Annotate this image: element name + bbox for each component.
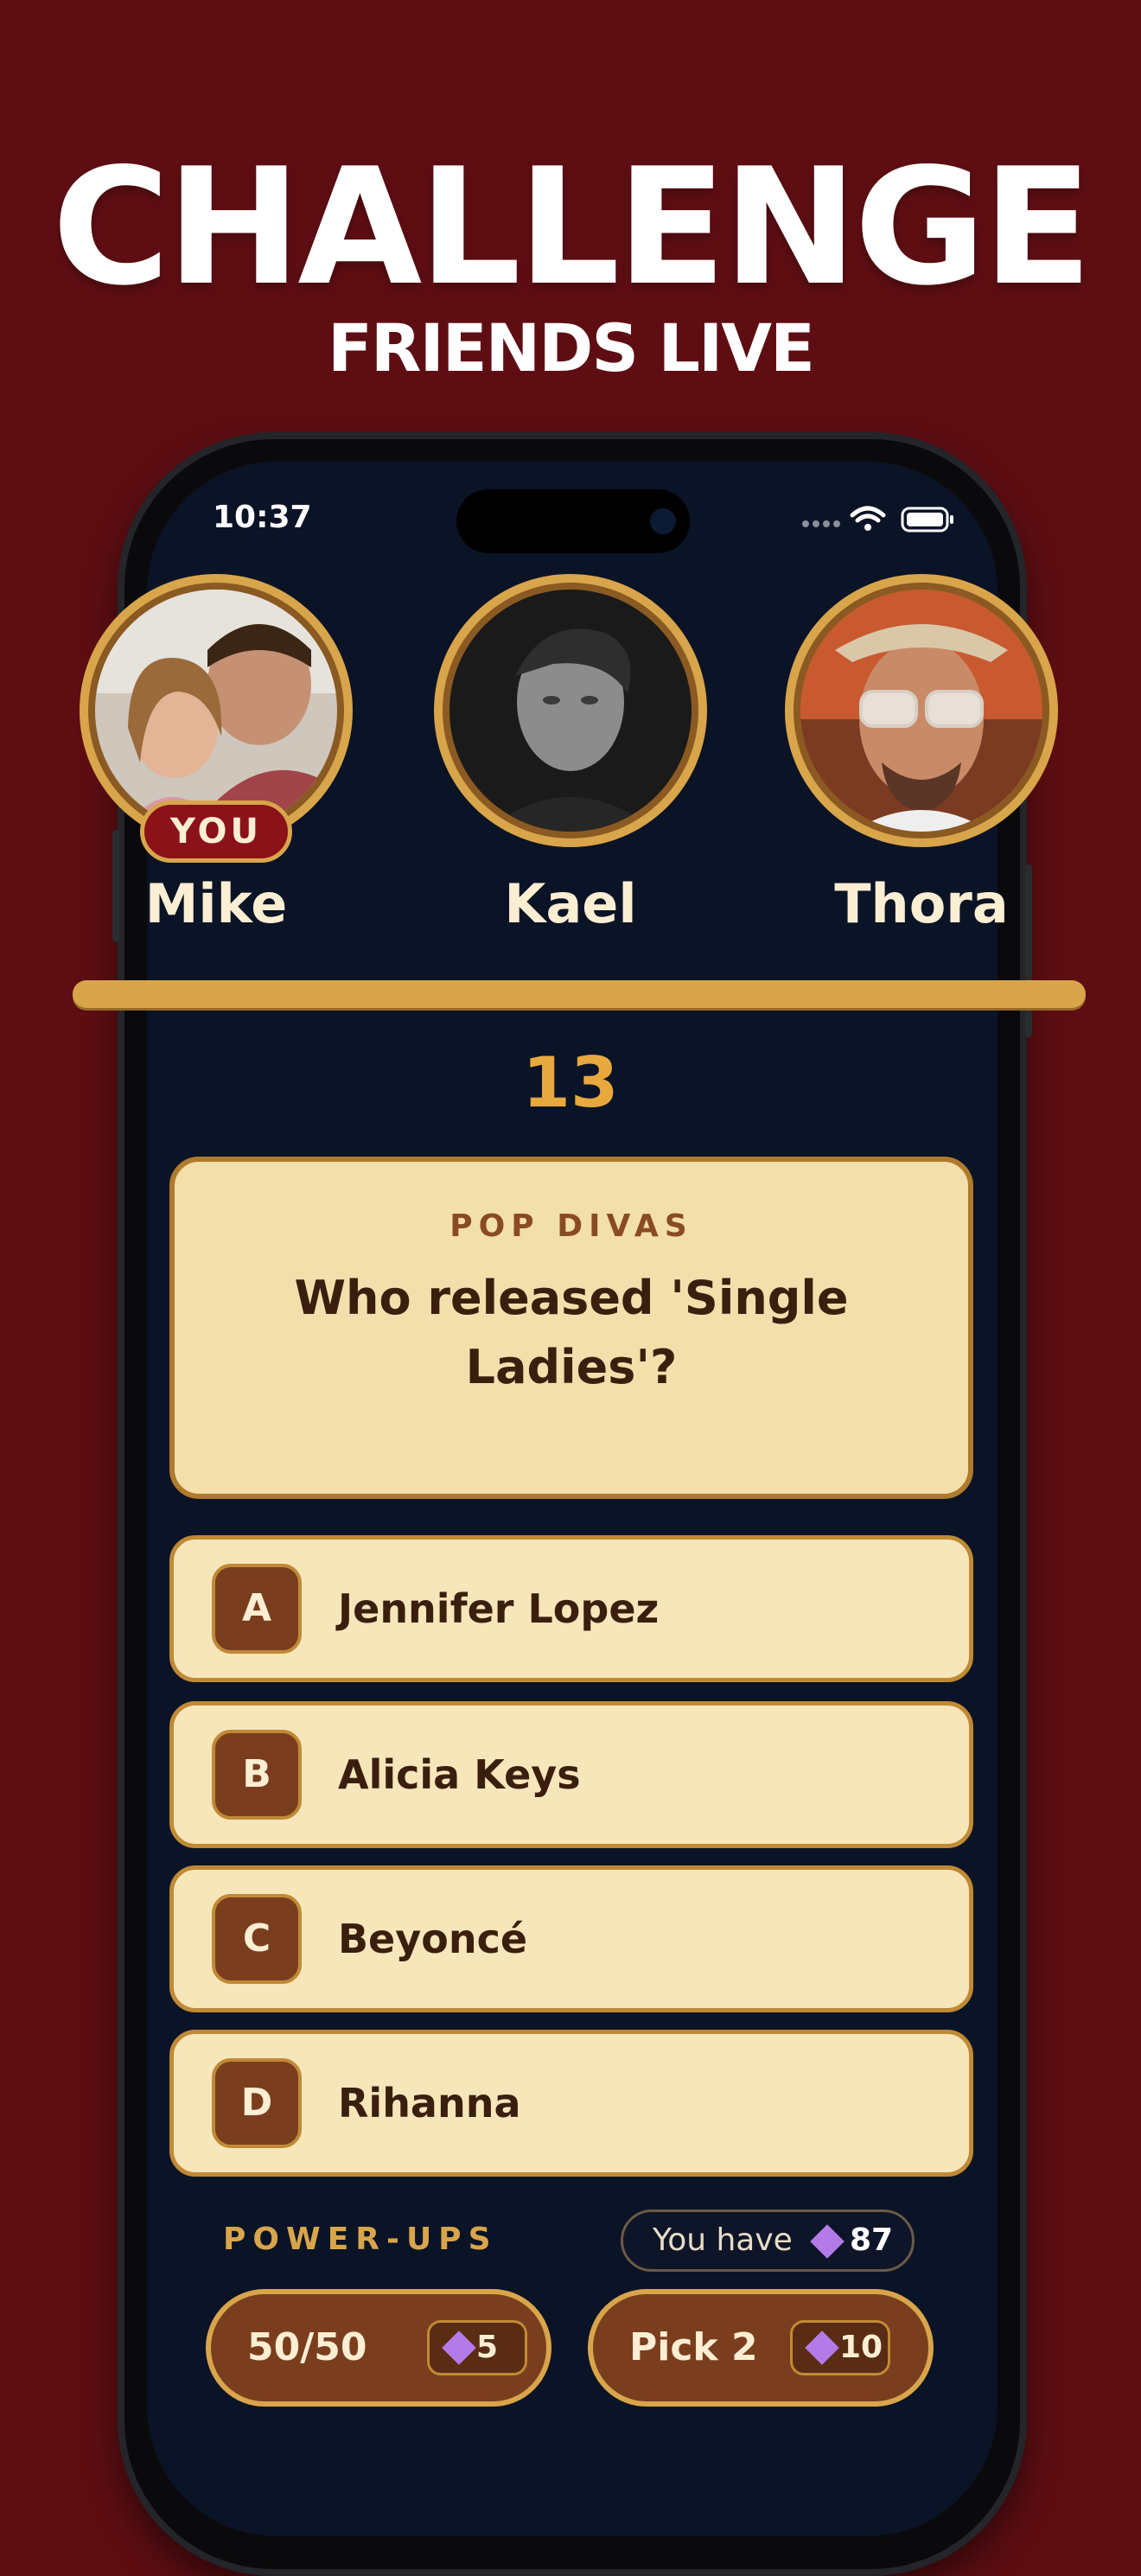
gem-icon bbox=[805, 2331, 839, 2365]
answer-text: Alicia Keys bbox=[338, 1751, 581, 1798]
answer-option-a[interactable]: A Jennifer Lopez bbox=[169, 1535, 973, 1682]
avatar bbox=[800, 590, 1042, 832]
player-name: Kael bbox=[504, 872, 637, 935]
avatar bbox=[95, 590, 337, 832]
question-text: Who released 'Single Ladies'? bbox=[294, 1271, 849, 1394]
answer-text: Rihanna bbox=[338, 2080, 521, 2126]
gem-balance: You have 87 bbox=[621, 2209, 915, 2272]
balance-value: 87 bbox=[850, 2222, 894, 2258]
cost-chip: 5 bbox=[427, 2320, 527, 2375]
answer-letter: A bbox=[212, 1564, 302, 1654]
balance-label: You have bbox=[653, 2222, 793, 2258]
player-name: Thora bbox=[834, 872, 1009, 935]
player-name: Mike bbox=[144, 872, 288, 935]
answer-letter: B bbox=[212, 1730, 302, 1820]
powerup-label: 50/50 bbox=[247, 2325, 367, 2369]
powerup-label: Pick 2 bbox=[629, 2325, 758, 2369]
signal-icon bbox=[802, 520, 840, 527]
answer-option-b[interactable]: B Alicia Keys bbox=[169, 1701, 973, 1848]
gem-icon bbox=[442, 2331, 476, 2365]
answer-letter: D bbox=[212, 2058, 302, 2148]
camera-icon bbox=[650, 508, 676, 534]
gem-icon bbox=[810, 2224, 845, 2259]
status-time: 10:37 bbox=[213, 500, 312, 535]
cost-chip: 10 bbox=[790, 2320, 890, 2375]
question-category: POP DIVAS bbox=[449, 1208, 693, 1244]
answer-option-c[interactable]: C Beyoncé bbox=[169, 1865, 973, 2012]
cost-value: 5 bbox=[476, 2330, 499, 2365]
countdown-timer: 13 bbox=[522, 1043, 619, 1123]
powerup-fifty-fifty-button[interactable]: 50/50 5 bbox=[206, 2289, 551, 2407]
avatar bbox=[449, 590, 692, 832]
battery-icon bbox=[901, 507, 953, 532]
subheadline: FRIENDS LIVE bbox=[328, 309, 815, 386]
status-icons bbox=[802, 506, 953, 532]
powerup-pick-two-button[interactable]: Pick 2 10 bbox=[588, 2289, 934, 2407]
progress-divider bbox=[73, 980, 1086, 1008]
powerups-label: POWER-UPS bbox=[223, 2222, 498, 2257]
wifi-icon bbox=[850, 506, 886, 523]
answer-option-d[interactable]: D Rihanna bbox=[169, 2030, 973, 2177]
answer-letter: C bbox=[212, 1894, 302, 1984]
question-card: POP DIVAS Who released 'Single Ladies'? bbox=[169, 1157, 973, 1499]
answer-text: Beyoncé bbox=[338, 1916, 528, 1962]
you-badge: YOU bbox=[140, 800, 292, 863]
headline: CHALLENGE bbox=[52, 133, 1093, 321]
answer-text: Jennifer Lopez bbox=[338, 1585, 660, 1632]
cost-value: 10 bbox=[839, 2330, 883, 2365]
